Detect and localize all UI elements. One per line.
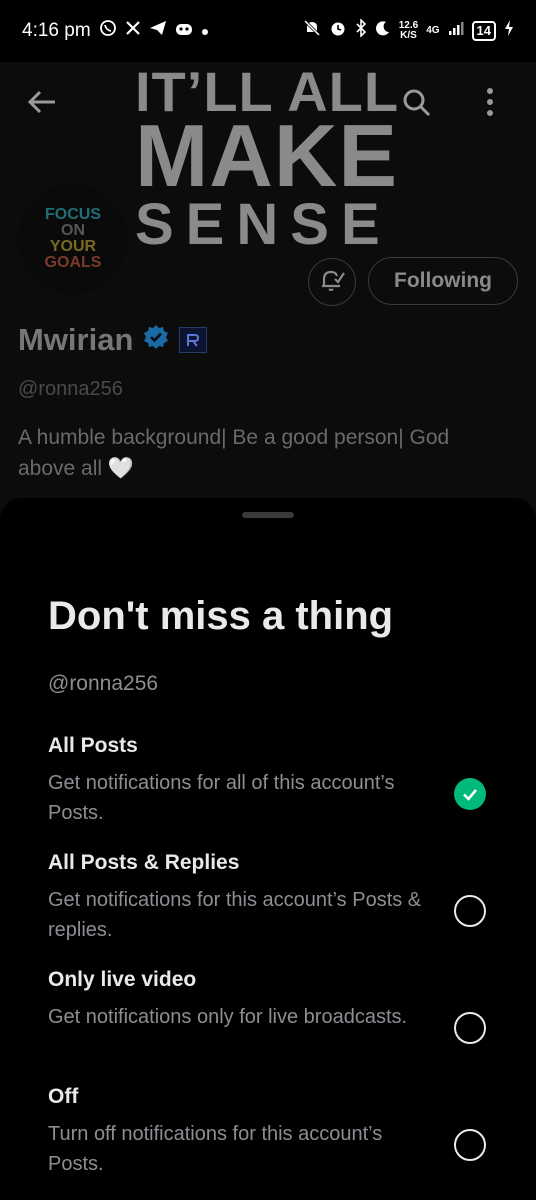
bluetooth-icon <box>355 18 367 43</box>
profile-name: Mwirian <box>18 322 134 357</box>
following-button[interactable]: Following <box>368 257 518 305</box>
x-icon <box>125 20 141 42</box>
discord-icon <box>175 20 193 42</box>
network-speed: 12.6 K/S <box>399 21 418 41</box>
battery-icon: 14 <box>471 21 496 41</box>
option-title: All Posts & Replies <box>48 851 240 874</box>
status-right: 12.6 K/S 4G 14 <box>303 18 514 43</box>
charging-icon <box>504 19 514 43</box>
radio-selected[interactable] <box>454 778 486 810</box>
avatar-line-3: YOUR <box>49 238 97 255</box>
radio-unselected[interactable] <box>454 1012 486 1044</box>
sheet-handle: @ronna256 <box>48 672 159 695</box>
option-all-posts-replies[interactable]: All Posts & Replies Get notifications fo… <box>48 851 508 951</box>
profile-name-row: Mwirian <box>18 322 208 358</box>
status-time: 4:16 pm <box>22 20 91 41</box>
network-type: 4G <box>426 25 440 36</box>
alarm-icon <box>329 19 347 43</box>
status-left: 4:16 pm <box>22 19 209 43</box>
option-title: Only live video <box>48 968 197 991</box>
banner-line-3: SENSE <box>135 192 392 257</box>
option-only-live-video[interactable]: Only live video Get notifications only f… <box>48 968 508 1068</box>
profile-handle: @ronna256 <box>18 378 123 400</box>
moon-icon <box>375 20 391 42</box>
avatar-line-4: GOALS <box>44 254 102 271</box>
option-title: All Posts <box>48 734 138 757</box>
notification-dot-icon <box>201 20 209 42</box>
muted-bell-icon <box>303 19 321 43</box>
avatar[interactable]: FOCUS ON YOUR GOALS <box>18 184 128 294</box>
more-options-icon[interactable] <box>470 82 510 122</box>
signal-icon <box>448 20 464 42</box>
option-description: Get notifications for all of this accoun… <box>48 772 395 824</box>
avatar-line-2: ON <box>61 222 85 239</box>
option-description: Get notifications for this account’s Pos… <box>48 889 422 941</box>
option-description: Turn off notifications for this account’… <box>48 1123 383 1175</box>
status-bar: 4:16 pm 12.6 K/S 4G 14 <box>0 0 536 62</box>
search-icon[interactable] <box>396 82 436 122</box>
whatsapp-icon <box>99 19 117 43</box>
affiliate-badge-icon <box>179 327 208 353</box>
radio-unselected[interactable] <box>454 1129 486 1161</box>
option-description: Get notifications only for live broadcas… <box>48 1006 408 1028</box>
back-arrow-icon[interactable] <box>22 82 62 122</box>
notification-bell-button[interactable] <box>308 258 356 306</box>
avatar-line-1: FOCUS <box>45 206 101 223</box>
option-off[interactable]: Off Turn off notifications for this acco… <box>48 1085 508 1185</box>
sheet-drag-handle[interactable] <box>242 512 294 518</box>
radio-unselected[interactable] <box>454 895 486 927</box>
verified-badge-icon <box>143 322 169 358</box>
profile-banner: IT’LL ALL MAKE SENSE <box>135 62 435 254</box>
option-title: Off <box>48 1085 79 1108</box>
network-speed-unit: K/S <box>400 30 417 41</box>
telegram-icon <box>149 20 167 42</box>
notification-settings-sheet: Don't miss a thing @ronna256 All Posts G… <box>0 498 536 1200</box>
screen: 4:16 pm 12.6 K/S 4G 14 IT’LL ALL MAKE SE… <box>0 0 536 1200</box>
banner-line-2: MAKE <box>135 106 399 205</box>
sheet-title: Don't miss a thing <box>48 594 394 638</box>
option-all-posts[interactable]: All Posts Get notifications for all of t… <box>48 734 508 834</box>
checkmark-icon <box>463 789 477 801</box>
profile-bio: A humble background| Be a good person| G… <box>18 426 450 480</box>
bell-check-icon <box>318 266 346 299</box>
